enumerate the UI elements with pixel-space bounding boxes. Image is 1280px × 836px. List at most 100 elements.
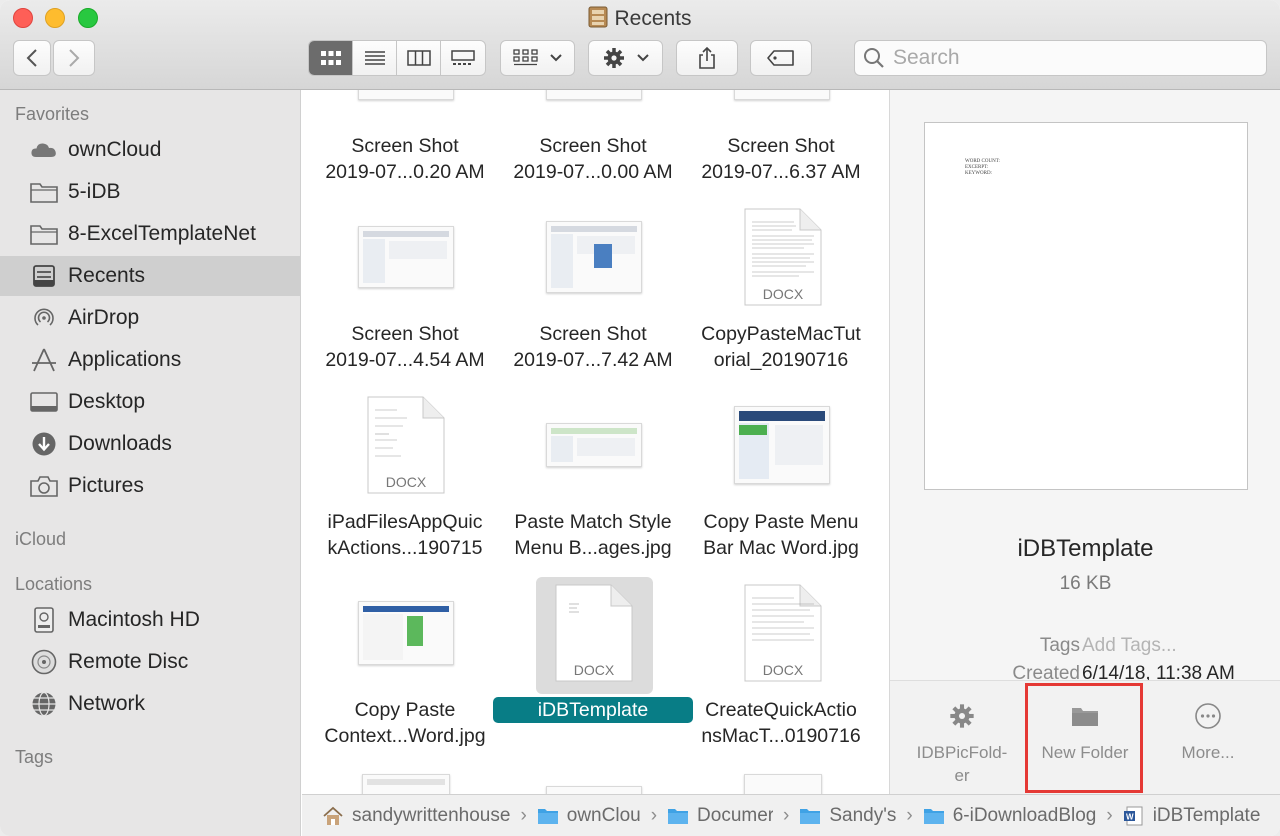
image-thumbnail[interactable] — [734, 406, 830, 484]
sidebar-item-label: Applications — [68, 348, 182, 371]
path-crumb-documents[interactable]: Documer › — [667, 805, 799, 827]
sidebar: Favorites ownCloud 5-iDB 8-ExcelTemplate… — [0, 90, 301, 836]
screenshot-thumbnail[interactable] — [546, 221, 642, 293]
sidebar-item-network[interactable]: Network — [0, 684, 300, 724]
action-label: IDBPicFold- — [916, 743, 1008, 762]
group-by-button[interactable] — [500, 40, 575, 76]
file-name-line1: CreateQuickActio — [705, 699, 857, 721]
sidebar-item-5-idb[interactable]: 5-iDB — [0, 172, 300, 212]
path-crumb-label: iDBTemplate — [1152, 804, 1261, 826]
path-crumb-label: ownClou — [566, 804, 641, 826]
chevron-right-icon — [69, 49, 80, 67]
image-thumbnail[interactable] — [546, 423, 642, 467]
hard-drive-icon — [28, 606, 60, 634]
icon-view-button[interactable] — [309, 41, 353, 75]
path-crumb-6-idownloadblog[interactable]: 6-iDownloadBlog › — [923, 805, 1123, 827]
sidebar-item-macintosh-hd[interactable]: Macintosh HD — [0, 600, 300, 640]
downloads-icon — [28, 430, 60, 458]
sidebar-item-applications[interactable]: Applications — [0, 340, 300, 380]
path-bar: sandywrittenhouse › ownClou › Documer › San… — [302, 794, 1280, 836]
gallery-view-button[interactable] — [441, 41, 485, 75]
docx-badge: DOCX — [762, 662, 804, 678]
sidebar-item-airdrop[interactable]: AirDrop — [0, 298, 300, 338]
file-name-line1: Screen Shot — [351, 323, 459, 345]
sidebar-item-pictures[interactable]: Pictures — [0, 466, 300, 506]
sidebar-item-label: Network — [68, 692, 146, 715]
sidebar-section-tags: Tags — [15, 747, 54, 767]
sidebar-item-desktop[interactable]: Desktop — [0, 382, 300, 422]
chevron-left-icon — [26, 49, 37, 67]
sidebar-section-locations: Locations — [15, 574, 93, 594]
file-name-line1: Copy Paste — [354, 699, 456, 721]
column-view-button[interactable] — [397, 41, 441, 75]
file-name-line2: kActions...190715 — [327, 537, 483, 559]
icon-view-icon — [320, 51, 341, 65]
add-tags-field[interactable]: Add Tags... — [1082, 635, 1177, 657]
image-thumbnail[interactable] — [358, 601, 454, 665]
share-button[interactable] — [676, 40, 738, 76]
folder-icon — [800, 808, 821, 824]
file-name-line2: nsMacT...0190716 — [701, 725, 861, 747]
home-icon — [323, 806, 343, 825]
tags-label: Tags — [1039, 635, 1080, 656]
folder-icon — [28, 178, 60, 206]
file-name-line2: Menu B...ages.jpg — [514, 537, 672, 559]
folder-icon — [28, 220, 60, 248]
path-crumb-home[interactable]: sandywrittenhouse › — [322, 805, 537, 827]
file-name-line2: Context...Word.jpg — [324, 725, 486, 747]
action-label: More... — [1181, 743, 1235, 762]
file-name-line1: Screen Shot — [539, 135, 647, 157]
sidebar-section-icloud: iCloud — [15, 529, 67, 549]
file-name-line1: Screen Shot — [351, 135, 459, 157]
file-name-line1: Copy Paste Menu — [703, 511, 859, 533]
folder-icon — [537, 808, 558, 824]
list-view-button[interactable] — [353, 41, 397, 75]
network-globe-icon — [28, 690, 60, 718]
path-crumb-owncloud[interactable]: ownClou › — [537, 805, 667, 827]
document-preview: WORD COUNT: EXCERPT: KEYWORD: — [924, 122, 1248, 490]
sidebar-item-label: AirDrop — [68, 306, 140, 329]
sidebar-item-owncloud[interactable]: ownCloud — [0, 130, 300, 170]
share-icon — [699, 46, 715, 69]
word-doc-icon: W — [1123, 806, 1143, 825]
file-name-line2: 2019-07...7.42 AM — [513, 349, 673, 371]
partial-thumbnail — [546, 786, 642, 794]
sidebar-item-label: ownCloud — [68, 138, 162, 161]
search-field[interactable] — [854, 40, 1267, 76]
recents-icon — [28, 262, 60, 290]
action-menu-button[interactable] — [588, 40, 663, 76]
file-name-line2: 2019-07...0.20 AM — [325, 161, 485, 183]
desktop-icon — [28, 388, 60, 416]
search-icon — [864, 48, 884, 68]
annotation-highlight-box — [1025, 683, 1143, 793]
finder-window: Recents Search Favorites ownCloud 5-iDB … — [0, 0, 1280, 836]
idbpicfolder-action-button[interactable]: IDBPicFold- er — [902, 699, 1022, 787]
preview-file-name: iDBTemplate — [1017, 535, 1154, 562]
sidebar-item-recents[interactable]: Recents — [0, 256, 300, 296]
sidebar-item-label: Desktop — [68, 390, 146, 413]
partial-thumbnail — [734, 90, 830, 100]
search-input[interactable] — [893, 46, 1233, 70]
airdrop-icon — [28, 304, 60, 332]
sidebar-item-label: Recents — [68, 264, 146, 287]
sidebar-item-label: 8-ExcelTemplateNet — [68, 222, 256, 245]
sidebar-item-downloads[interactable]: Downloads — [0, 424, 300, 464]
forward-button[interactable] — [53, 40, 95, 76]
file-grid: Screen Shot 2019-07...0.20 AM Screen Shot… — [302, 90, 889, 794]
selected-file-name[interactable]: iDBTemplate — [493, 697, 693, 723]
window-title: Recents — [614, 7, 692, 30]
screenshot-thumbnail[interactable] — [358, 226, 454, 288]
path-crumb-label: Sandy's — [829, 804, 897, 826]
tags-button[interactable] — [750, 40, 812, 76]
file-name-line1: CopyPasteMacTut — [701, 323, 861, 345]
preview-doc-line: KEYWORD: — [965, 171, 992, 176]
back-button[interactable] — [13, 40, 51, 76]
file-name-line2: 2019-07...0.00 AM — [513, 161, 673, 183]
sidebar-item-8-exceltemplatenet[interactable]: 8-ExcelTemplateNet — [0, 214, 300, 254]
path-crumb-sandys[interactable]: Sandy's › — [799, 805, 922, 827]
sidebar-item-remote-disc[interactable]: Remote Disc — [0, 642, 300, 682]
path-crumb-idbtemplate[interactable]: W iDBTemplate — [1123, 804, 1261, 827]
view-mode-segmented-control[interactable] — [308, 40, 486, 76]
partial-thumbnail — [362, 774, 450, 794]
more-actions-button[interactable]: More... — [1148, 699, 1268, 764]
